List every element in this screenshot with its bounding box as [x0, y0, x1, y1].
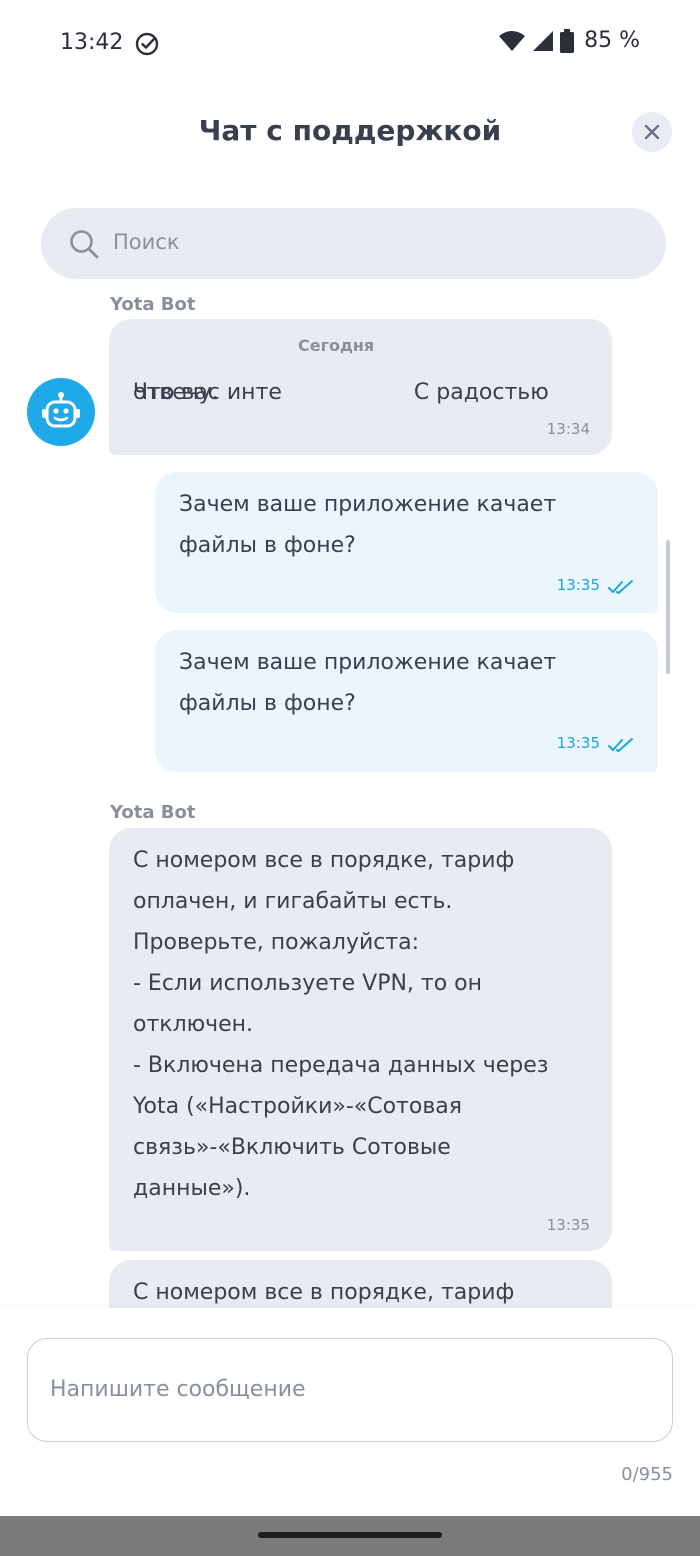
sender-name: Yota Bot [110, 802, 196, 823]
message-text: С радостью [413, 380, 549, 405]
message-time: 13:35 [546, 1216, 590, 1234]
message-input-placeholder: Напишите сообщение [50, 1377, 306, 1402]
message-composer: Напишите сообщение 0/955 [0, 1308, 700, 1516]
message-text: отвечу. [133, 380, 219, 405]
signal-icon [533, 30, 554, 51]
sender-name: Yota Bot [110, 294, 196, 315]
status-bar: 13:42 85 % [0, 0, 700, 88]
message-time: 13:34 [546, 420, 590, 438]
message-input[interactable]: Напишите сообщение [27, 1338, 673, 1442]
bot-message-bubble: С номером все в порядке, тариф оплачен, … [109, 828, 612, 1251]
message-time: 13:35 [556, 576, 600, 594]
message-time: 13:35 [556, 734, 600, 752]
user-message-bubble: Зачем ваше приложение качает файлы в фон… [155, 472, 658, 613]
page-title: Чат с поддержкой [198, 114, 502, 147]
status-indicators: 85 % [498, 28, 640, 53]
search-icon [70, 230, 99, 259]
bot-message-bubble: С номером все в порядке, тариф [109, 1260, 612, 1308]
check-circle-icon [135, 32, 159, 56]
date-chip: Сегодня [282, 332, 391, 362]
double-check-icon [608, 738, 633, 752]
status-time: 13:42 [60, 30, 124, 55]
home-gesture-handle[interactable] [258, 1532, 442, 1538]
character-counter: 0/955 [621, 1464, 673, 1485]
wifi-icon [499, 30, 526, 51]
scrollbar[interactable] [666, 540, 670, 674]
battery-icon [560, 28, 575, 53]
header: Чат с поддержкой [0, 96, 700, 172]
message-text: Зачем ваше приложение качает файлы в фон… [179, 492, 557, 558]
system-navigation-bar [0, 1516, 700, 1556]
battery-level: 85 % [584, 28, 640, 53]
close-icon [644, 124, 660, 140]
user-message-bubble: Зачем ваше приложение качает файлы в фон… [155, 630, 658, 772]
message-text: С номером все в порядке, тариф [133, 1280, 515, 1305]
close-button[interactable] [632, 112, 672, 152]
search-placeholder: Поиск [113, 230, 180, 254]
bot-avatar [27, 378, 95, 446]
message-text: С номером все в порядке, тариф оплачен, … [133, 848, 549, 1201]
double-check-icon [608, 580, 633, 594]
robot-icon [42, 392, 80, 428]
chat-messages[interactable]: Yota Bot Что вас инте С радостью отвечу. … [0, 292, 700, 1308]
message-text: Зачем ваше приложение качает файлы в фон… [179, 650, 557, 716]
